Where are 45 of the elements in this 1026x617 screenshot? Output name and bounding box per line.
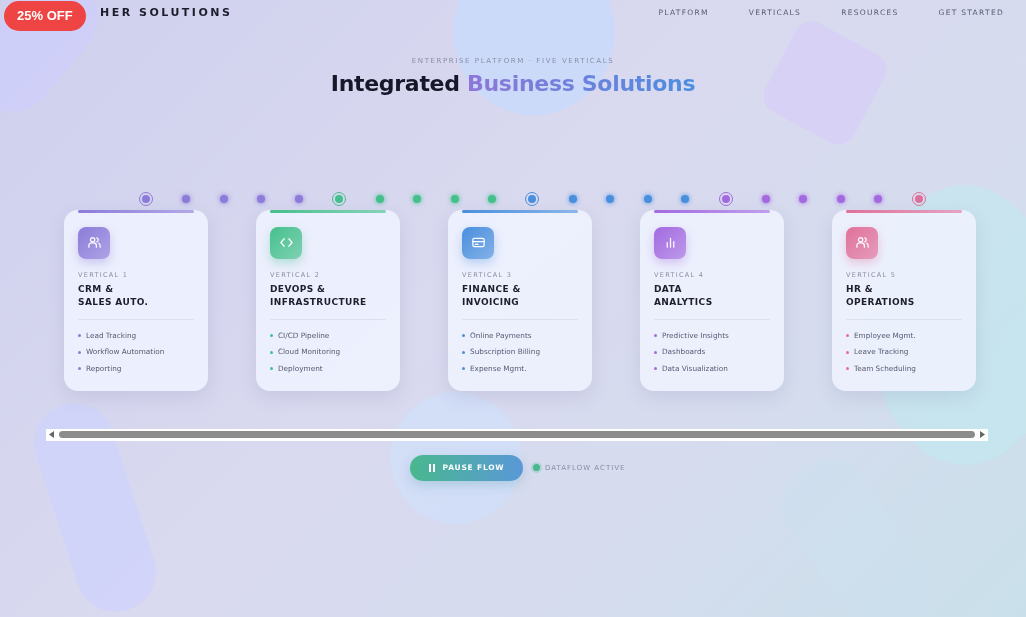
flow-dot bbox=[450, 194, 459, 203]
vertical-title: DEVOPS & INFRASTRUCTURE bbox=[270, 282, 368, 309]
bullet-dot bbox=[846, 351, 849, 354]
flow-dot bbox=[643, 194, 652, 203]
bullet-dot bbox=[654, 367, 657, 371]
flow-dot bbox=[799, 194, 808, 203]
bullet-dot bbox=[846, 367, 849, 371]
flow-dot bbox=[413, 194, 422, 203]
flow-dot bbox=[606, 194, 615, 203]
flow-dot bbox=[375, 194, 384, 203]
flow-dot bbox=[257, 194, 266, 203]
flow-dot bbox=[182, 194, 191, 203]
pause-icon bbox=[428, 463, 435, 472]
flow-dot bbox=[294, 194, 303, 203]
flow-dot bbox=[487, 194, 496, 203]
discount-badge[interactable]: 25% OFF bbox=[4, 1, 86, 31]
scroll-left-icon[interactable] bbox=[49, 431, 55, 439]
horizontal-scrollbar[interactable] bbox=[46, 428, 988, 441]
flow-dot bbox=[219, 194, 228, 203]
flow-dot bbox=[568, 194, 577, 203]
flow-dot bbox=[874, 194, 883, 203]
vertical-title: FINANCE & INVOICING bbox=[462, 282, 522, 309]
brand-name: HER SOLUTIONS bbox=[100, 4, 233, 21]
bullet-dot bbox=[270, 351, 273, 354]
users-icon bbox=[86, 235, 102, 251]
bullet-dot bbox=[270, 334, 273, 338]
scroll-right-icon[interactable] bbox=[979, 431, 985, 439]
title-text: Integrated bbox=[330, 70, 460, 96]
bullet-dot bbox=[78, 334, 81, 338]
bullet-dot bbox=[462, 367, 465, 371]
bullet-dot bbox=[654, 334, 657, 338]
flow-dot bbox=[681, 194, 690, 203]
bullet-dot bbox=[846, 334, 849, 338]
bullet-dot bbox=[462, 334, 465, 338]
flow-dot bbox=[836, 194, 845, 203]
bullet-dot bbox=[654, 351, 657, 354]
vertical-title: DATA ANALYTICS bbox=[654, 282, 714, 309]
bullet-dot bbox=[462, 351, 465, 354]
flow-dot bbox=[762, 194, 770, 203]
vertical-title: HR & OPERATIONS bbox=[846, 282, 916, 309]
bullet-dot bbox=[78, 367, 81, 371]
bullet-dot bbox=[270, 367, 273, 371]
users-icon bbox=[854, 235, 870, 251]
bullet-dot bbox=[78, 351, 81, 354]
vertical-title: CRM & SALES AUTO. bbox=[78, 282, 150, 309]
